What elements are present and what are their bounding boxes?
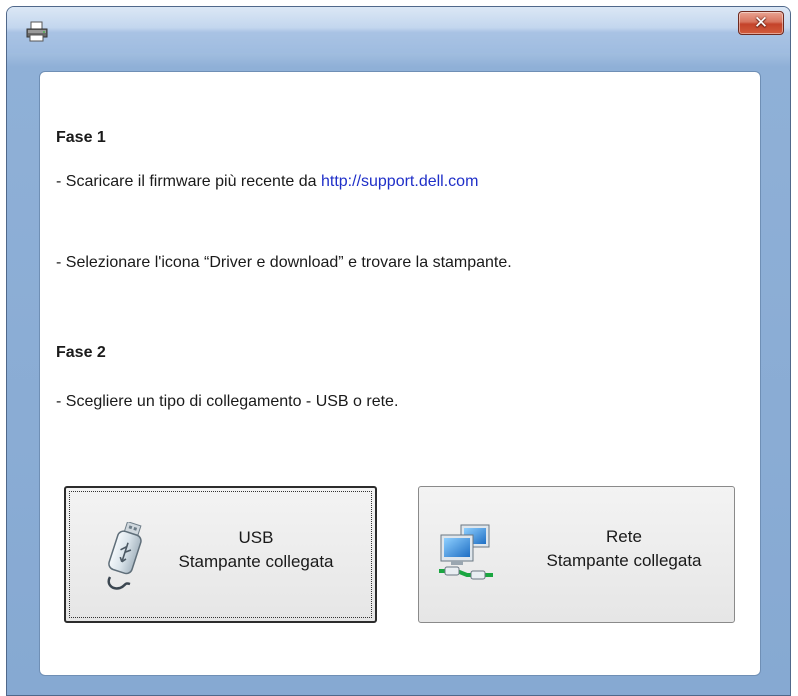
title-bar[interactable]: ✕ bbox=[7, 7, 790, 53]
step2-instruction: - Scegliere un tipo di collegamento - US… bbox=[56, 393, 399, 410]
printer-icon bbox=[25, 21, 49, 43]
usb-connection-button[interactable]: USB Stampante collegata bbox=[64, 486, 377, 623]
usb-button-label: USB Stampante collegata bbox=[156, 526, 356, 574]
dialog-window: ✕ Fase 1 - Scaricare il firmware più rec… bbox=[6, 6, 791, 696]
content-panel: Fase 1 - Scaricare il firmware più recen… bbox=[39, 71, 761, 676]
close-icon: ✕ bbox=[753, 12, 769, 33]
usb-button-subtitle: Stampante collegata bbox=[178, 552, 334, 571]
network-button-title: Rete bbox=[606, 527, 642, 546]
network-computers-icon bbox=[437, 523, 495, 590]
step1-heading: Fase 1 bbox=[56, 129, 106, 146]
network-button-label: Rete Stampante collegata bbox=[519, 525, 729, 573]
step1-download-text: - Scaricare il firmware più recente da bbox=[56, 173, 321, 190]
network-button-subtitle: Stampante collegata bbox=[546, 551, 702, 570]
usb-button-title: USB bbox=[238, 528, 274, 547]
step1-instruction-select: - Selezionare l'icona “Driver e download… bbox=[56, 254, 512, 271]
network-connection-button[interactable]: Rete Stampante collegata bbox=[418, 486, 735, 623]
support-link[interactable]: http://support.dell.com bbox=[321, 173, 478, 190]
step2-heading: Fase 2 bbox=[56, 344, 106, 361]
close-button[interactable]: ✕ bbox=[738, 11, 784, 35]
usb-drive-icon bbox=[102, 520, 146, 599]
step1-instruction-download: - Scaricare il firmware più recente da h… bbox=[56, 173, 478, 191]
